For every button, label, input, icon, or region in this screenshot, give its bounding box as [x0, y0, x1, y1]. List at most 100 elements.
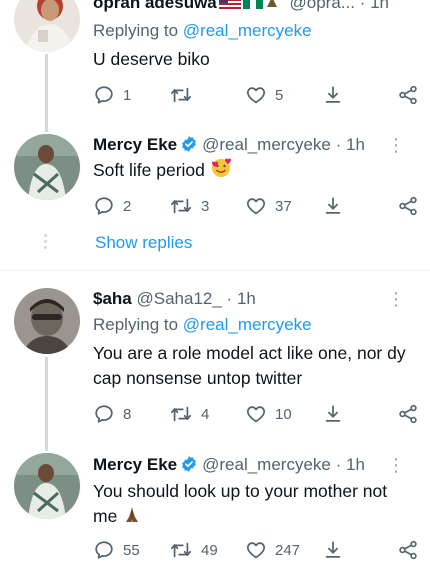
retweet-icon — [170, 542, 192, 558]
share-icon — [399, 85, 417, 105]
retweet-icon — [170, 198, 192, 214]
share-button[interactable] — [397, 537, 419, 563]
retweet-count: 4 — [201, 405, 210, 423]
retweet-count: 3 — [201, 197, 210, 215]
share-icon — [399, 196, 417, 216]
timestamp[interactable]: 1h — [237, 289, 256, 308]
like-count: 247 — [275, 541, 301, 559]
like-icon — [247, 406, 265, 423]
show-replies-link[interactable]: Show replies — [95, 231, 192, 255]
like-count: 10 — [275, 405, 292, 423]
handle[interactable]: @real_mercyeke — [202, 455, 331, 474]
retweet-button[interactable]: 3 — [169, 193, 209, 219]
flag-emojis — [217, 0, 279, 12]
download-button[interactable] — [322, 401, 344, 427]
avatar[interactable] — [14, 0, 80, 52]
more-icon[interactable]: ⋮ — [387, 287, 405, 311]
like-count: 37 — [275, 197, 292, 215]
like-button[interactable]: 247 — [245, 537, 300, 563]
mention-link[interactable]: @real_mercyeke — [183, 315, 312, 334]
download-icon — [325, 86, 341, 103]
retweet-button[interactable]: 4 — [169, 401, 209, 427]
thread-line — [45, 443, 48, 451]
replying-prefix: Replying to — [93, 315, 179, 334]
share-button[interactable] — [397, 401, 419, 427]
reply-button[interactable]: 1 — [93, 82, 131, 108]
share-button[interactable] — [397, 82, 419, 108]
reply-button[interactable]: 2 — [93, 193, 131, 219]
replying-to: Replying to @real_mercyeke — [93, 314, 312, 336]
like-icon — [247, 87, 265, 104]
tweet-actions: 2 3 37 — [93, 193, 418, 219]
handle[interactable]: @Saha12_ — [136, 289, 221, 308]
like-count: 5 — [275, 86, 284, 104]
tweet-1[interactable]: opran adesuwa @opra... · 1h Replying to … — [0, 0, 430, 122]
thread-line — [45, 122, 48, 132]
share-icon — [399, 404, 417, 424]
display-name[interactable]: Mercy Eke — [93, 135, 177, 154]
tweet-3[interactable]: $aha @Saha12_ · 1h ⋮ Replying to @real_m… — [0, 271, 430, 443]
like-button[interactable]: 5 — [245, 82, 283, 108]
timestamp[interactable]: 1h — [346, 455, 365, 474]
tweet-text: You should look up to your mother not me — [93, 479, 412, 529]
tweet-actions: 55 49 247 — [93, 537, 418, 563]
download-button[interactable] — [322, 537, 344, 563]
retweet-button[interactable]: 49 — [169, 537, 218, 563]
timestamp[interactable]: 1h — [346, 135, 365, 154]
tweet-4[interactable]: Mercy Eke @real_mercyeke · 1h ⋮ You shoul… — [0, 443, 430, 573]
reply-icon — [95, 541, 113, 559]
avatar[interactable] — [14, 134, 80, 200]
thread-line — [45, 54, 48, 122]
display-name[interactable]: Mercy Eke — [93, 455, 177, 474]
tweet-header: Mercy Eke @real_mercyeke · 1h ⋮ — [93, 133, 418, 157]
share-button[interactable] — [397, 193, 419, 219]
display-name[interactable]: $aha — [93, 289, 132, 308]
thread-continuation-dots — [44, 234, 48, 252]
like-icon — [247, 198, 265, 215]
like-button[interactable]: 37 — [245, 193, 292, 219]
tweet-header: opran adesuwa @opra... · 1h — [93, 0, 418, 15]
verified-icon — [182, 456, 197, 472]
separator: · — [335, 135, 342, 154]
share-icon — [399, 540, 417, 560]
reply-icon — [95, 197, 113, 215]
like-button[interactable]: 10 — [245, 401, 292, 427]
timestamp[interactable]: 1h — [370, 0, 389, 12]
smiling-face-with-hearts-icon — [211, 158, 231, 177]
download-icon — [325, 405, 341, 422]
more-icon[interactable]: ⋮ — [387, 133, 405, 157]
avatar[interactable] — [14, 453, 80, 519]
tweet-text: You are a role model act like one, nor d… — [93, 343, 406, 388]
download-icon — [325, 197, 341, 214]
handle[interactable]: @real_mercyeke — [202, 135, 331, 154]
separator: · — [335, 455, 342, 474]
replying-prefix: Replying to — [93, 21, 179, 40]
verified-icon — [182, 136, 197, 152]
reply-count: 8 — [123, 405, 132, 423]
download-button[interactable] — [322, 193, 344, 219]
retweet-icon — [170, 87, 192, 103]
reply-icon — [95, 405, 113, 423]
reply-count: 55 — [123, 541, 140, 559]
download-button[interactable] — [322, 82, 344, 108]
mention-link[interactable]: @real_mercyeke — [183, 21, 312, 40]
reply-count: 2 — [123, 197, 132, 215]
reply-count: 1 — [123, 86, 132, 104]
folded-hands-icon — [126, 508, 139, 522]
tweet-text-content: Soft life period — [93, 160, 205, 180]
tweet-text: Soft life period — [93, 157, 412, 182]
handle[interactable]: @opra... — [290, 0, 355, 12]
tweet-actions: 8 4 10 — [93, 401, 418, 427]
reply-icon — [95, 86, 113, 104]
separator: · — [226, 289, 233, 308]
avatar[interactable] — [14, 288, 80, 354]
display-name[interactable]: opran adesuwa — [93, 0, 217, 12]
tweet-2[interactable]: Mercy Eke @real_mercyeke · 1h ⋮ Soft life… — [0, 122, 430, 270]
reply-button[interactable]: 8 — [93, 401, 131, 427]
retweet-icon — [170, 406, 192, 422]
reply-button[interactable]: 55 — [93, 537, 140, 563]
retweet-button[interactable] — [169, 82, 201, 108]
more-icon[interactable]: ⋮ — [387, 453, 405, 477]
replying-to: Replying to @real_mercyeke — [93, 20, 312, 42]
like-icon — [247, 542, 265, 559]
